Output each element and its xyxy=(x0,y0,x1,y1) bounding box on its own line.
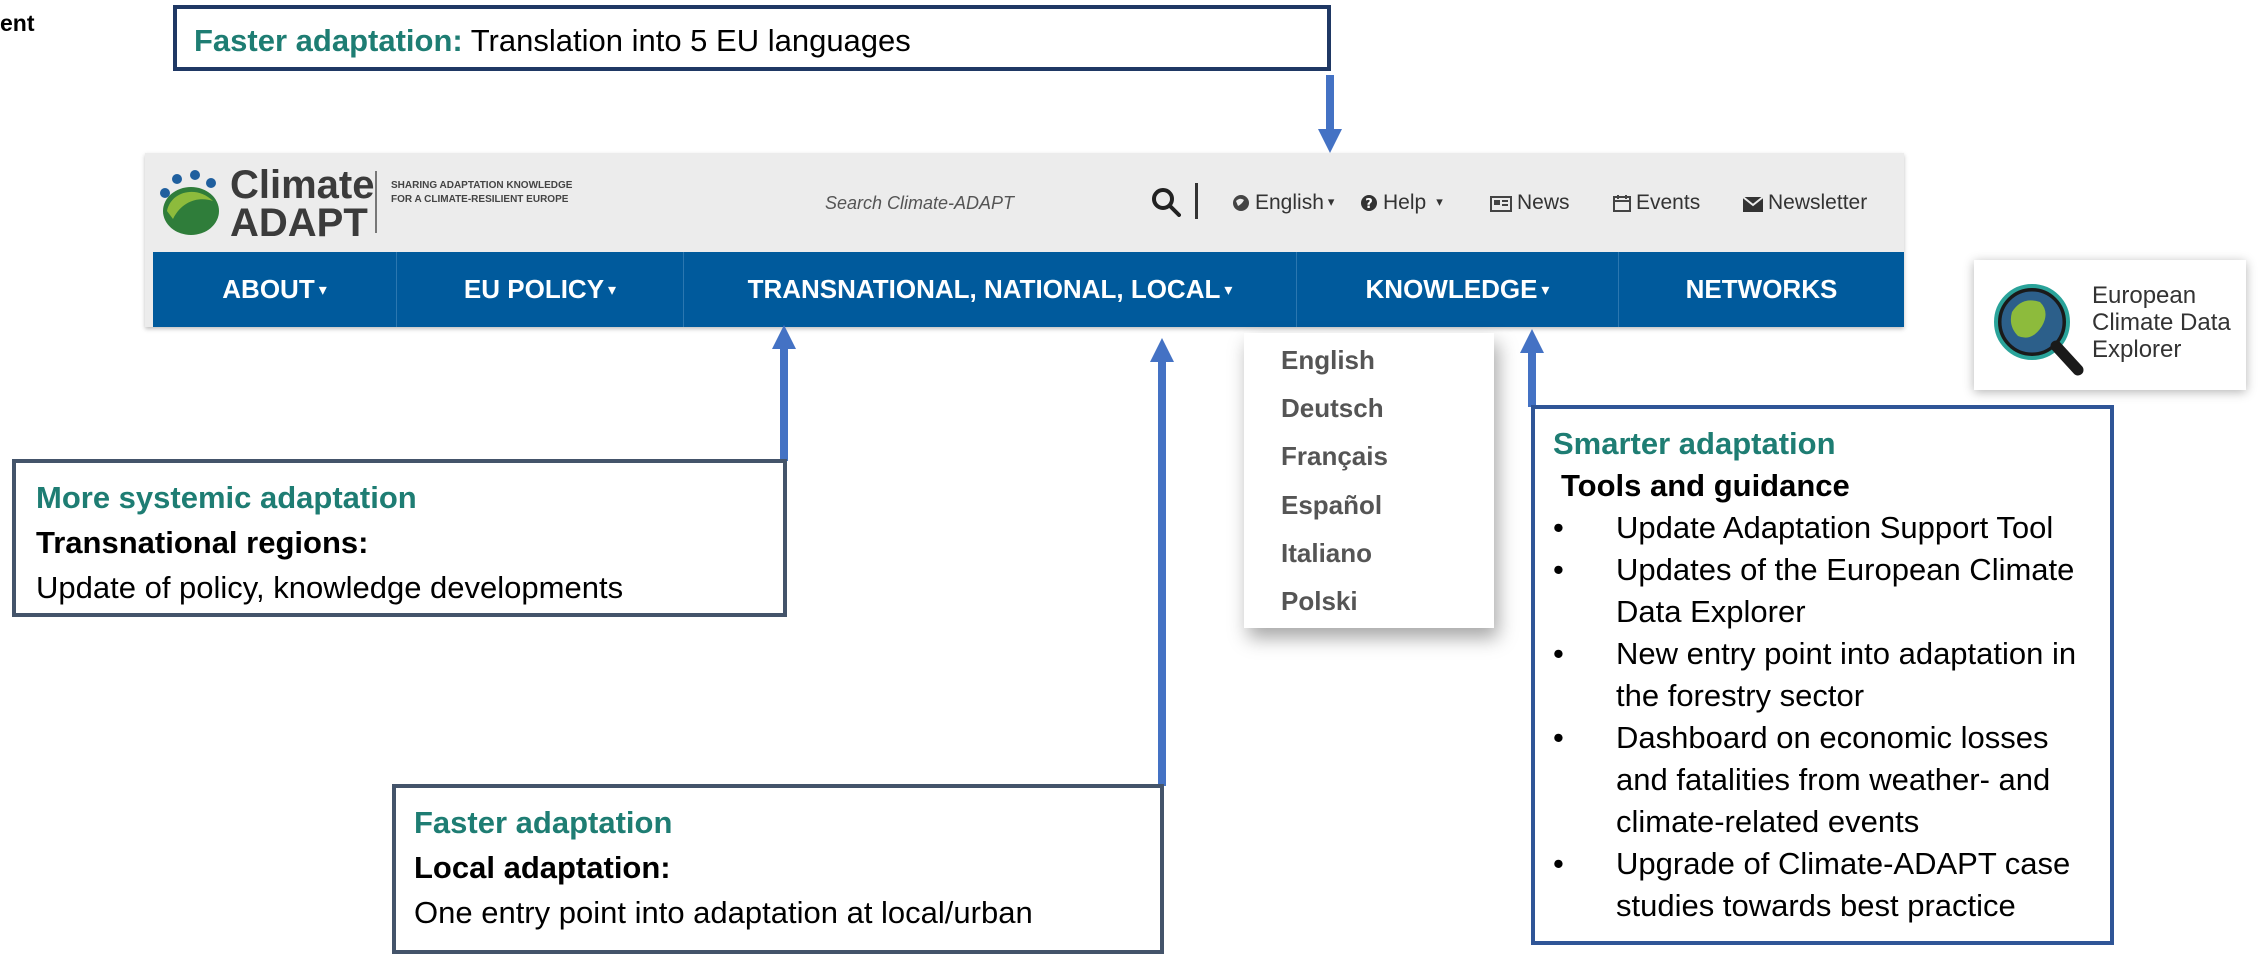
language-button[interactable]: English ▾ xyxy=(1232,191,1334,215)
list-item: • Upgrade of Climate-ADAPT case studies t… xyxy=(1553,846,2071,923)
ecde-logo-card: European Climate Data Explorer xyxy=(1974,260,2246,390)
list-item: • Dashboard on economic losses and fatali… xyxy=(1553,720,2051,839)
callout-heading: Tools and guidance xyxy=(1561,468,1850,503)
language-option[interactable]: Español xyxy=(1281,490,1382,521)
logo-word-climate: Climate xyxy=(230,163,375,207)
newsletter-label: Newsletter xyxy=(1768,191,1868,214)
nav-networks[interactable]: NETWORKS xyxy=(1619,252,1904,327)
search-icon[interactable] xyxy=(1151,187,1181,217)
callout-lead: More systemic adaptation xyxy=(36,480,417,515)
nav-about[interactable]: ABOUT ▾ xyxy=(153,252,397,327)
tools-list: • Update Adaptation Support Tool • Updates… xyxy=(1553,507,2092,927)
language-label: English xyxy=(1255,191,1324,214)
news-link[interactable]: News xyxy=(1490,191,1570,215)
callout-lead: Smarter adaptation xyxy=(1553,426,1836,461)
help-button[interactable]: ? Help ▾ xyxy=(1360,191,1443,215)
callout-lead: Faster adaptation: xyxy=(194,23,463,58)
language-option[interactable]: Français xyxy=(1281,441,1388,472)
ecde-title: European Climate Data Explorer xyxy=(2092,282,2231,363)
climate-adapt-logo-icon xyxy=(160,170,219,235)
logo-word-adapt: ADAPT xyxy=(230,201,368,245)
language-option[interactable]: English xyxy=(1281,345,1375,376)
callout-smarter: Smarter adaptation Tools and guidance • U… xyxy=(1531,405,2114,945)
callout-heading: Local adaptation: xyxy=(414,850,671,885)
toolbar-divider xyxy=(1195,183,1198,219)
ecde-magnifier-icon xyxy=(1994,284,2084,376)
callout-lead: Faster adaptation xyxy=(414,805,673,840)
language-option[interactable]: Deutsch xyxy=(1281,393,1384,424)
nav-transnational[interactable]: TRANSNATIONAL, NATIONAL, LOCAL ▾ xyxy=(684,252,1297,327)
callout-text: One entry point into adaptation at local… xyxy=(414,895,1033,930)
callout-text: Translation into 5 EU languages xyxy=(462,23,911,58)
list-item: • Updates of the European Climate Data Ex… xyxy=(1553,552,2075,629)
callout-local: Faster adaptation Local adaptation: One … xyxy=(392,784,1164,954)
newspaper-icon xyxy=(1490,196,1512,212)
callout-systemic: More systemic adaptation Transnational r… xyxy=(12,459,787,617)
callout-heading: Transnational regions: xyxy=(36,525,369,560)
climate-adapt-header: Climate ADAPT SHARING ADAPTATION KNOWLED… xyxy=(145,153,1904,327)
svg-text:?: ? xyxy=(1365,197,1373,212)
help-label: Help xyxy=(1383,191,1427,214)
calendar-icon xyxy=(1613,195,1631,212)
newsletter-link[interactable]: Newsletter xyxy=(1742,191,1868,215)
list-item: • New entry point into adaptation in the … xyxy=(1553,636,2077,713)
language-option[interactable]: Italiano xyxy=(1281,538,1372,569)
question-circle-icon: ? xyxy=(1361,195,1377,212)
logo-tagline: SHARING ADAPTATION KNOWLEDGE FOR A CLIMA… xyxy=(391,180,573,205)
envelope-icon xyxy=(1742,196,1764,212)
events-label: Events xyxy=(1636,191,1701,214)
list-item: • Update Adaptation Support Tool xyxy=(1553,510,2054,545)
main-nav: ABOUT ▾ EU POLICY ▾ TRANSNATIONAL, NATIONA… xyxy=(153,252,1904,327)
language-option[interactable]: Polski xyxy=(1281,586,1358,617)
cut-off-label: ent xyxy=(0,10,35,36)
callout-translation: Faster adaptation: Translation into 5 EU… xyxy=(173,5,1331,71)
language-dropdown: English Deutsch Français Español Italian… xyxy=(1244,333,1494,628)
nav-eu-policy[interactable]: EU POLICY ▾ xyxy=(397,252,684,327)
nav-knowledge[interactable]: KNOWLEDGE ▾ xyxy=(1297,252,1619,327)
events-link[interactable]: Events xyxy=(1613,191,1700,215)
callout-text: Update of policy, knowledge developments xyxy=(36,570,624,605)
logo-divider xyxy=(375,171,377,233)
news-label: News xyxy=(1517,191,1570,214)
globe-icon xyxy=(1233,195,1249,211)
search-input[interactable]: Search Climate-ADAPT xyxy=(825,193,1014,214)
